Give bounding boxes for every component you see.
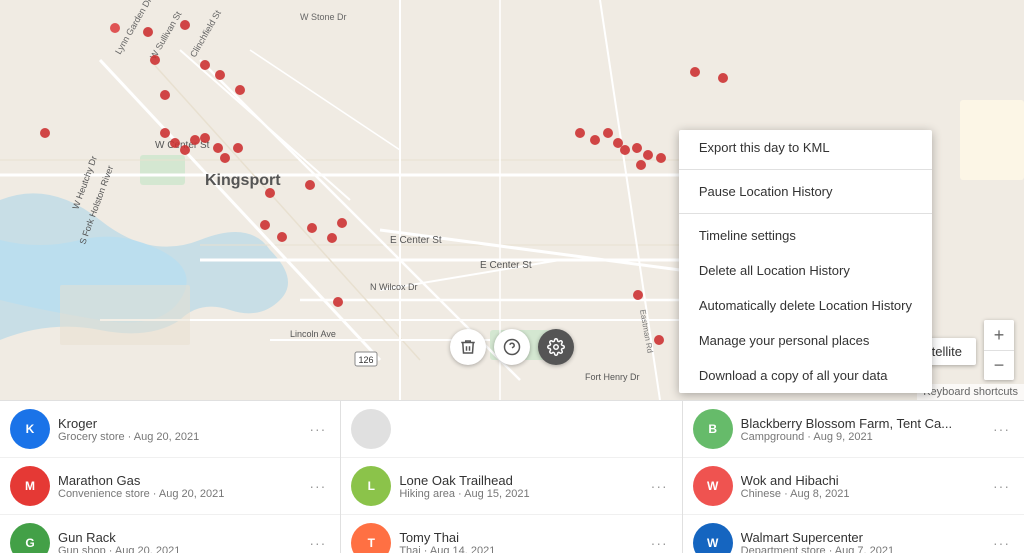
place-column-2: B Blackberry Blossom Farm, Tent Ca...Camp… — [683, 401, 1024, 553]
place-info: Gun RackGun shop · Aug 20, 2021 — [58, 530, 297, 553]
context-menu: Export this day to KML Pause Location Hi… — [679, 130, 932, 393]
place-name: Kroger — [58, 416, 297, 431]
place-more-button[interactable]: ··· — [305, 421, 330, 437]
place-thumbnail: W — [693, 523, 733, 553]
place-more-button[interactable]: ··· — [647, 535, 672, 551]
place-more-button[interactable]: ··· — [647, 478, 672, 494]
list-item[interactable]: G Gun RackGun shop · Aug 20, 2021 ··· — [0, 515, 340, 553]
place-name: Gun Rack — [58, 530, 297, 545]
place-thumbnail: T — [351, 523, 391, 553]
menu-item-download[interactable]: Download a copy of all your data — [679, 358, 932, 393]
place-info: Tomy ThaiThai · Aug 14, 2021 — [399, 530, 638, 553]
place-detail: Campground · Aug 9, 2021 — [741, 431, 981, 443]
list-item[interactable]: W Wok and HibachiChinese · Aug 8, 2021 ··· — [683, 458, 1024, 515]
place-detail: Gun shop · Aug 20, 2021 — [58, 545, 297, 553]
list-item[interactable] — [341, 401, 681, 458]
svg-text:W Stone Dr: W Stone Dr — [300, 12, 347, 22]
menu-item-delete[interactable]: Delete all Location History — [679, 253, 932, 288]
place-detail: Grocery store · Aug 20, 2021 — [58, 431, 297, 443]
place-info: Walmart SupercenterDepartment store · Au… — [741, 530, 981, 553]
list-item[interactable]: B Blackberry Blossom Farm, Tent Ca...Camp… — [683, 401, 1024, 458]
bottom-toolbar — [450, 329, 574, 365]
settings-icon-button[interactable] — [538, 329, 574, 365]
zoom-out-button[interactable]: − — [984, 350, 1014, 380]
place-more-button[interactable]: ··· — [305, 535, 330, 551]
svg-text:Fort Henry Dr: Fort Henry Dr — [585, 372, 640, 382]
menu-item-manage-places[interactable]: Manage your personal places — [679, 323, 932, 358]
place-more-button[interactable]: ··· — [989, 535, 1014, 551]
list-item[interactable]: T Tomy ThaiThai · Aug 14, 2021 ··· — [341, 515, 681, 553]
svg-text:E Center St: E Center St — [390, 235, 442, 246]
place-info: KrogerGrocery store · Aug 20, 2021 — [58, 416, 297, 443]
place-more-button[interactable]: ··· — [989, 478, 1014, 494]
bottom-panel: K KrogerGrocery store · Aug 20, 2021 ··· MM… — [0, 400, 1024, 553]
place-detail: Convenience store · Aug 20, 2021 — [58, 488, 297, 500]
svg-text:Kingsport: Kingsport — [205, 172, 281, 189]
menu-item-timeline[interactable]: Timeline settings — [679, 218, 932, 253]
svg-text:Lincoln Ave: Lincoln Ave — [290, 329, 336, 339]
place-thumbnail: W — [693, 466, 733, 506]
list-item[interactable]: W Walmart SupercenterDepartment store · A… — [683, 515, 1024, 553]
list-item[interactable]: M Marathon GasConvenience store · Aug 20,… — [0, 458, 340, 515]
svg-text:E Center St: E Center St — [480, 260, 532, 271]
zoom-in-button[interactable]: + — [984, 320, 1014, 350]
place-name: Wok and Hibachi — [741, 473, 981, 488]
menu-item-auto-delete[interactable]: Automatically delete Location History — [679, 288, 932, 323]
place-column-1: L Lone Oak TrailheadHiking area · Aug 15,… — [341, 401, 682, 553]
place-detail: Department store · Aug 7, 2021 — [741, 545, 981, 553]
place-detail: Chinese · Aug 8, 2021 — [741, 488, 981, 500]
empty-thumbnail — [351, 409, 391, 449]
place-detail: Hiking area · Aug 15, 2021 — [399, 488, 638, 500]
svg-text:126: 126 — [358, 355, 373, 365]
place-thumbnail: G — [10, 523, 50, 553]
svg-text:N Wilcox Dr: N Wilcox Dr — [370, 282, 418, 292]
map-container: Lynn Garden Dr W Sullivan St Clinchfield… — [0, 0, 1024, 400]
place-name: Walmart Supercenter — [741, 530, 981, 545]
place-name: Blackberry Blossom Farm, Tent Ca... — [741, 416, 981, 431]
place-thumbnail: L — [351, 466, 391, 506]
place-column-0: K KrogerGrocery store · Aug 20, 2021 ··· MM… — [0, 401, 341, 553]
place-thumbnail: K — [10, 409, 50, 449]
place-info: Blackberry Blossom Farm, Tent Ca...Campg… — [741, 416, 981, 443]
place-name: Tomy Thai — [399, 530, 638, 545]
trash-icon-button[interactable] — [450, 329, 486, 365]
place-name: Marathon Gas — [58, 473, 297, 488]
menu-item-export[interactable]: Export this day to KML — [679, 130, 932, 165]
list-item[interactable]: K KrogerGrocery store · Aug 20, 2021 ··· — [0, 401, 340, 458]
place-name: Lone Oak Trailhead — [399, 473, 638, 488]
list-item[interactable]: L Lone Oak TrailheadHiking area · Aug 15,… — [341, 458, 681, 515]
menu-divider-2 — [679, 213, 932, 214]
map-zoom-controls: + − — [984, 320, 1014, 380]
keyboard-shortcuts-label[interactable]: Keyboard shortcuts — [917, 384, 1024, 400]
place-thumbnail: M — [10, 466, 50, 506]
place-more-button[interactable]: ··· — [305, 478, 330, 494]
place-info: Lone Oak TrailheadHiking area · Aug 15, … — [399, 473, 638, 500]
place-thumbnail: B — [693, 409, 733, 449]
place-detail: Thai · Aug 14, 2021 — [399, 545, 638, 553]
menu-item-pause[interactable]: Pause Location History — [679, 174, 932, 209]
menu-divider-1 — [679, 169, 932, 170]
help-icon-button[interactable] — [494, 329, 530, 365]
place-more-button[interactable]: ··· — [989, 421, 1014, 437]
place-info: Wok and HibachiChinese · Aug 8, 2021 — [741, 473, 981, 500]
place-info: Marathon GasConvenience store · Aug 20, … — [58, 473, 297, 500]
